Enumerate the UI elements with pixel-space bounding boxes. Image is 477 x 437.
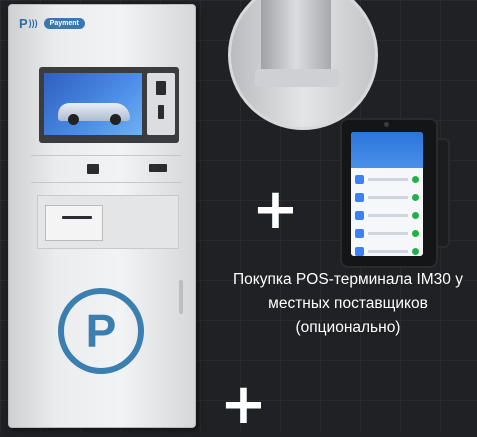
brand-logo: P))) xyxy=(19,15,38,31)
parking-p-icon: P xyxy=(58,288,144,374)
pos-screen-header xyxy=(351,132,423,168)
kiosk-display xyxy=(44,73,142,135)
ticket-panel xyxy=(31,155,181,183)
kiosk-display-frame xyxy=(39,67,179,143)
receipt-box xyxy=(45,205,103,241)
camera-icon xyxy=(384,122,389,127)
plus-icon-top: + xyxy=(252,177,299,242)
kiosk-header: P))) Payment xyxy=(19,11,185,35)
ticket-slot xyxy=(87,164,99,174)
zoom-lip xyxy=(255,69,339,87)
pos-list-item xyxy=(355,226,419,240)
pos-list-item xyxy=(355,244,419,256)
pos-list-item xyxy=(355,208,419,222)
pos-caption: Покупка POS-терминала IM30 у местных пос… xyxy=(233,271,463,336)
card-reader-panel xyxy=(147,73,175,135)
brand-badge: Payment xyxy=(43,17,85,29)
pos-terminal-screen xyxy=(351,132,423,256)
pos-list-item xyxy=(355,190,419,204)
plus-icon-bottom: + xyxy=(220,372,267,437)
car-image xyxy=(58,103,130,125)
wifi-icon: ))) xyxy=(28,18,38,28)
parking-kiosk: P))) Payment P xyxy=(8,4,196,428)
pos-list-item xyxy=(355,172,419,186)
coin-slot xyxy=(149,164,167,172)
door-handle xyxy=(179,280,183,314)
